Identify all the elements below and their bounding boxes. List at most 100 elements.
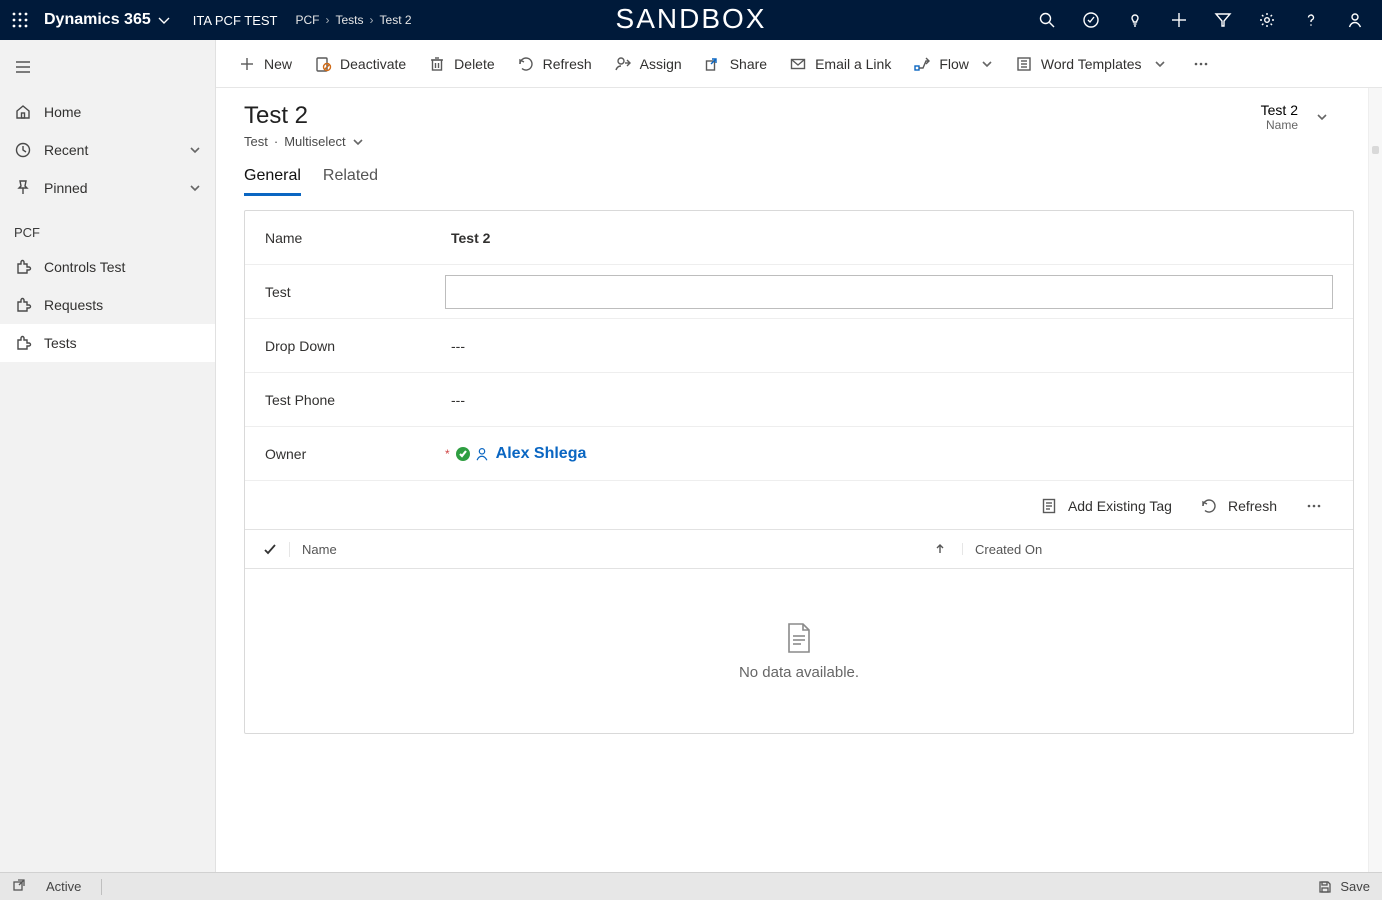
word-icon (1015, 55, 1033, 73)
trash-icon (428, 55, 446, 73)
breadcrumb: PCF › Tests › Test 2 (296, 13, 412, 27)
header-field-label: Name (1261, 118, 1298, 132)
cmd-overflow[interactable] (1190, 51, 1212, 77)
pin-icon (14, 179, 32, 197)
subgrid-refresh[interactable]: Refresh (1198, 493, 1279, 519)
cmd-label: Refresh (543, 56, 592, 72)
clock-icon (14, 141, 32, 159)
field-value-dropdown[interactable]: --- (445, 338, 1333, 354)
save-button[interactable]: Save (1318, 879, 1370, 894)
sidebar-item-home[interactable]: Home (0, 93, 215, 131)
field-label: Owner (265, 446, 445, 462)
check-icon (263, 542, 277, 556)
chevron-right-icon: › (370, 13, 374, 27)
column-sort-indicator[interactable] (917, 543, 963, 555)
more-icon (1192, 55, 1210, 73)
check-circle-icon (456, 447, 470, 461)
cmd-share[interactable]: Share (702, 51, 769, 77)
home-icon (14, 103, 32, 121)
breadcrumb-root[interactable]: PCF (296, 13, 320, 27)
owner-lookup[interactable]: Alex Shlega (474, 445, 587, 463)
scrollbar-stub[interactable] (1368, 88, 1382, 872)
help-icon[interactable] (1302, 11, 1320, 29)
cmd-deactivate[interactable]: Deactivate (312, 51, 408, 77)
subgrid-empty-state: No data available. (245, 569, 1353, 733)
divider (101, 879, 102, 895)
field-input-test[interactable] (445, 275, 1333, 309)
lightbulb-icon[interactable] (1126, 11, 1144, 29)
breadcrumb-leaf[interactable]: Test 2 (380, 13, 412, 27)
more-icon (1305, 497, 1323, 515)
plus-icon (238, 55, 256, 73)
deactivate-icon (314, 55, 332, 73)
chevron-down-icon (189, 144, 201, 156)
column-header-name[interactable]: Name (289, 542, 917, 557)
sub-app-name[interactable]: ITA PCF TEST (193, 13, 278, 28)
document-icon (785, 622, 813, 654)
gear-icon[interactable] (1258, 11, 1276, 29)
person-icon (474, 446, 490, 462)
owner-name: Alex Shlega (496, 445, 587, 463)
cmd-label: Word Templates (1041, 56, 1142, 72)
chevron-down-icon[interactable] (352, 136, 364, 148)
sidebar-toggle-icon[interactable] (0, 52, 215, 93)
record-state: Active (46, 879, 81, 894)
tab-related[interactable]: Related (323, 167, 378, 196)
puzzle-icon (14, 296, 32, 314)
app-launcher-icon[interactable] (6, 6, 34, 34)
column-select-all[interactable] (245, 542, 289, 556)
field-row-test-phone: Test Phone --- (245, 373, 1353, 427)
form-selector[interactable]: Multiselect (284, 134, 345, 149)
chevron-down-icon[interactable] (1316, 111, 1328, 123)
cmd-refresh[interactable]: Refresh (515, 51, 594, 77)
sidebar-item-controls-test[interactable]: Controls Test (0, 248, 215, 286)
cmd-new[interactable]: New (236, 51, 294, 77)
sidebar-item-label: Tests (44, 335, 77, 351)
cmd-label: Assign (640, 56, 682, 72)
search-icon[interactable] (1038, 11, 1056, 29)
field-label: Test (265, 284, 445, 300)
subgrid-overflow[interactable] (1303, 493, 1325, 519)
flow-icon (913, 55, 931, 73)
cmd-label: Deactivate (340, 56, 406, 72)
cmd-label: Flow (939, 56, 969, 72)
field-label: Test Phone (265, 392, 445, 408)
cmd-assign[interactable]: Assign (612, 51, 684, 77)
global-actions (1038, 11, 1372, 29)
cmd-delete[interactable]: Delete (426, 51, 496, 77)
app-switcher-chevron-icon[interactable] (157, 13, 171, 27)
task-icon[interactable] (1082, 11, 1100, 29)
arrow-up-icon (934, 543, 946, 555)
sidebar-item-requests[interactable]: Requests (0, 286, 215, 324)
sidebar-item-tests[interactable]: Tests (0, 324, 215, 362)
cmd-label: Delete (454, 56, 494, 72)
sidebar-item-recent[interactable]: Recent (0, 131, 215, 169)
save-label: Save (1340, 879, 1370, 894)
filter-icon[interactable] (1214, 11, 1232, 29)
assign-icon (614, 55, 632, 73)
header-field-value: Test 2 (1261, 102, 1298, 118)
add-icon[interactable] (1170, 11, 1188, 29)
chevron-down-icon (1154, 58, 1166, 70)
sidebar-item-label: Pinned (44, 180, 88, 196)
app-name[interactable]: Dynamics 365 (44, 11, 151, 29)
field-value-name[interactable]: Test 2 (445, 230, 1333, 246)
subgrid-add-existing[interactable]: Add Existing Tag (1038, 493, 1174, 519)
user-icon[interactable] (1346, 11, 1364, 29)
field-value-phone[interactable]: --- (445, 392, 1333, 408)
field-row-dropdown: Drop Down --- (245, 319, 1353, 373)
sidebar-item-label: Home (44, 104, 81, 120)
save-icon (1318, 880, 1332, 894)
field-label: Name (265, 230, 445, 246)
sidebar-section-label: PCF (0, 207, 215, 248)
breadcrumb-mid[interactable]: Tests (336, 13, 364, 27)
cmd-word-templates[interactable]: Word Templates (1013, 51, 1168, 77)
cmd-flow[interactable]: Flow (911, 51, 995, 77)
cmd-email-link[interactable]: Email a Link (787, 51, 893, 77)
cmd-label: Share (730, 56, 767, 72)
column-header-created-on[interactable]: Created On (963, 542, 1353, 557)
open-in-new-icon[interactable] (12, 878, 26, 895)
tab-general[interactable]: General (244, 167, 301, 196)
sidebar-item-pinned[interactable]: Pinned (0, 169, 215, 207)
field-label: Drop Down (265, 338, 445, 354)
